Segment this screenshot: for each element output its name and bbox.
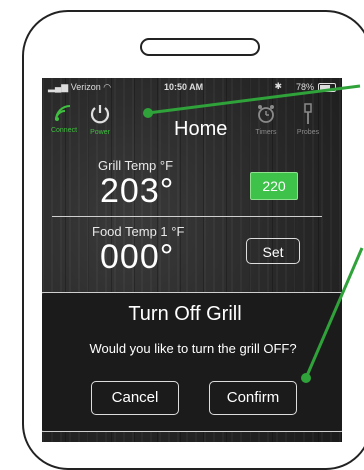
status-bar: ▂▄▆ Verizon ◠ 10:50 AM ✱ 78% bbox=[42, 78, 342, 96]
grill-temp-label: Grill Temp °F bbox=[98, 158, 174, 173]
nav-probes[interactable]: Probes bbox=[288, 102, 328, 136]
nav-probes-label: Probes bbox=[296, 129, 320, 136]
signal-icon: ▂▄▆ bbox=[48, 82, 69, 92]
nav-timers[interactable]: Timers bbox=[248, 102, 284, 136]
confirm-button[interactable]: Confirm bbox=[209, 381, 297, 415]
section-divider bbox=[52, 216, 322, 217]
nav-timers-label: Timers bbox=[255, 129, 277, 136]
food-temp-label: Food Temp 1 °F bbox=[92, 224, 185, 239]
battery-percent: 78% bbox=[295, 82, 314, 92]
turn-off-dialog: Turn Off Grill Would you like to turn th… bbox=[42, 292, 342, 432]
alarm-clock-icon bbox=[258, 105, 274, 123]
nav-connect-label: Connect bbox=[50, 127, 78, 134]
phone-speaker bbox=[140, 38, 260, 56]
battery-icon bbox=[318, 83, 336, 92]
nav-power-label: Power bbox=[90, 129, 110, 136]
dialog-title: Turn Off Grill bbox=[128, 303, 242, 325]
status-time: 10:50 AM bbox=[164, 82, 204, 92]
nav-power[interactable]: Power bbox=[82, 102, 118, 136]
page-title: Home bbox=[174, 118, 228, 140]
connect-icon bbox=[55, 105, 71, 121]
top-nav: Connect Power Home Timers Probes bbox=[42, 98, 342, 148]
food-set-button[interactable]: Set bbox=[246, 238, 300, 264]
carrier-name: ▂▄▆ Verizon ◠ bbox=[48, 82, 112, 92]
cancel-button[interactable]: Cancel bbox=[91, 381, 179, 415]
power-icon bbox=[90, 105, 110, 124]
grill-temp-value: 203° bbox=[100, 172, 175, 210]
grill-setpoint-button[interactable]: 220 bbox=[250, 172, 298, 200]
app-screen: ▂▄▆ Verizon ◠ 10:50 AM ✱ 78% Connect Pow… bbox=[42, 78, 342, 442]
food-temp-value: 000° bbox=[100, 238, 175, 276]
probe-icon bbox=[304, 103, 312, 124]
bluetooth-icon: ✱ bbox=[274, 81, 282, 91]
wifi-icon: ◠ bbox=[103, 82, 112, 92]
nav-connect[interactable]: Connect bbox=[46, 102, 82, 134]
dialog-message: Would you like to turn the grill OFF? bbox=[89, 341, 297, 356]
